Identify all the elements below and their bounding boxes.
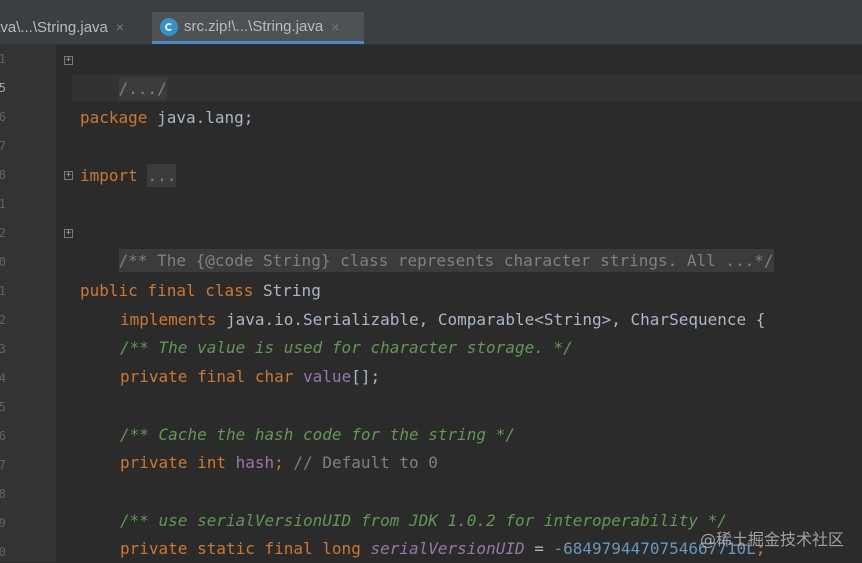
line-number: 3 xyxy=(0,342,6,356)
line-number: 1 xyxy=(0,284,6,298)
code-line-hash-field: private int hash; // Default to 0 xyxy=(120,449,438,477)
line-number: 1 xyxy=(0,197,6,211)
keyword: implements xyxy=(120,310,217,329)
keyword: private final char xyxy=(120,367,294,386)
tab-string-java-local[interactable]: ava\...\String.java × xyxy=(0,12,132,42)
code-line-import: import ... xyxy=(80,162,177,190)
line-number: 7 xyxy=(0,139,6,153)
line-number: 2 xyxy=(0,313,6,327)
line-number: 5 xyxy=(0,81,6,95)
doc-comment: /** use serialVersionUID from JDK 1.0.2 … xyxy=(120,511,727,530)
fold-plus-icon[interactable]: + xyxy=(64,171,73,180)
line-number: 8 xyxy=(0,487,6,501)
tab-string-java-src-zip[interactable]: src.zip!\...\String.java × xyxy=(152,12,364,44)
keyword: private static final long xyxy=(120,539,361,558)
line-number: 2 xyxy=(0,226,6,240)
keyword: private int xyxy=(120,453,226,472)
folded-region[interactable]: /** The {@code String} class represents … xyxy=(118,249,774,272)
folded-region[interactable]: /.../ xyxy=(118,77,167,100)
line-number: 4 xyxy=(0,371,6,385)
watermark: @稀土掘金技术社区 xyxy=(699,530,844,549)
field-name: hash xyxy=(235,453,275,472)
package-name: java.lang; xyxy=(147,108,254,127)
line-number: 8 xyxy=(0,168,6,182)
line-number-gutter: 1 5 6 7 8 1 2 0 1 2 3 4 5 6 7 8 9 0 xyxy=(0,45,56,562)
keyword: package xyxy=(80,108,148,127)
fold-plus-icon[interactable]: + xyxy=(64,56,73,65)
tab-label: ava\...\String.java xyxy=(0,18,108,36)
code-line-hash-doc: /** Cache the hash code for the string *… xyxy=(120,421,515,449)
tab-label: src.zip!\...\String.java xyxy=(184,18,324,35)
java-class-icon xyxy=(160,17,178,36)
folded-region[interactable]: ... xyxy=(147,164,177,187)
field-name: value xyxy=(303,367,352,386)
code-line-serial-field: private static final long serialVersionU… xyxy=(120,535,765,563)
line-number: 0 xyxy=(0,545,6,559)
code-line-package: package java.lang; xyxy=(80,104,253,132)
code-line-value-field: private final char value[]; xyxy=(120,363,380,391)
line-number: 1 xyxy=(0,52,6,66)
punctuation: ; xyxy=(274,453,284,472)
keyword: import xyxy=(80,166,138,185)
keyword: public final class xyxy=(80,281,254,300)
line-number: 5 xyxy=(0,400,6,414)
line-number: 6 xyxy=(0,110,6,124)
code-line-serial-doc: /** use serialVersionUID from JDK 1.0.2 … xyxy=(120,507,727,535)
doc-comment: /** The value is used for character stor… xyxy=(120,338,573,357)
code-line-header-comment: /.../ xyxy=(80,47,167,100)
field-name: serialVersionUID xyxy=(370,539,525,558)
operator: = xyxy=(524,539,554,558)
interface-list: java.io.Serializable, Comparable<String>… xyxy=(216,310,766,329)
editor-tab-bar: ava\...\String.java × src.zip!\...\Strin… xyxy=(0,0,862,45)
line-number: 9 xyxy=(0,516,6,530)
close-icon[interactable]: × xyxy=(331,19,339,35)
current-line-highlight xyxy=(72,74,862,102)
code-line-value-doc: /** The value is used for character stor… xyxy=(120,334,573,362)
line-comment: // Default to 0 xyxy=(283,453,438,472)
code-line-class-javadoc: /** The {@code String} class represents … xyxy=(80,219,774,272)
code-editor[interactable]: 1 5 6 7 8 1 2 0 1 2 3 4 5 6 7 8 9 0 + + … xyxy=(0,45,862,562)
doc-comment: /** Cache the hash code for the string *… xyxy=(120,425,515,444)
code-line-implements: implements java.io.Serializable, Compara… xyxy=(120,306,765,334)
code-line-class-declaration: public final class String xyxy=(80,277,321,305)
punctuation: []; xyxy=(351,367,381,386)
fold-plus-icon[interactable]: + xyxy=(64,229,73,238)
class-name: String xyxy=(253,281,321,300)
line-number: 0 xyxy=(0,255,6,269)
close-icon[interactable]: × xyxy=(116,19,124,35)
line-number: 6 xyxy=(0,429,6,443)
line-number: 7 xyxy=(0,458,6,472)
